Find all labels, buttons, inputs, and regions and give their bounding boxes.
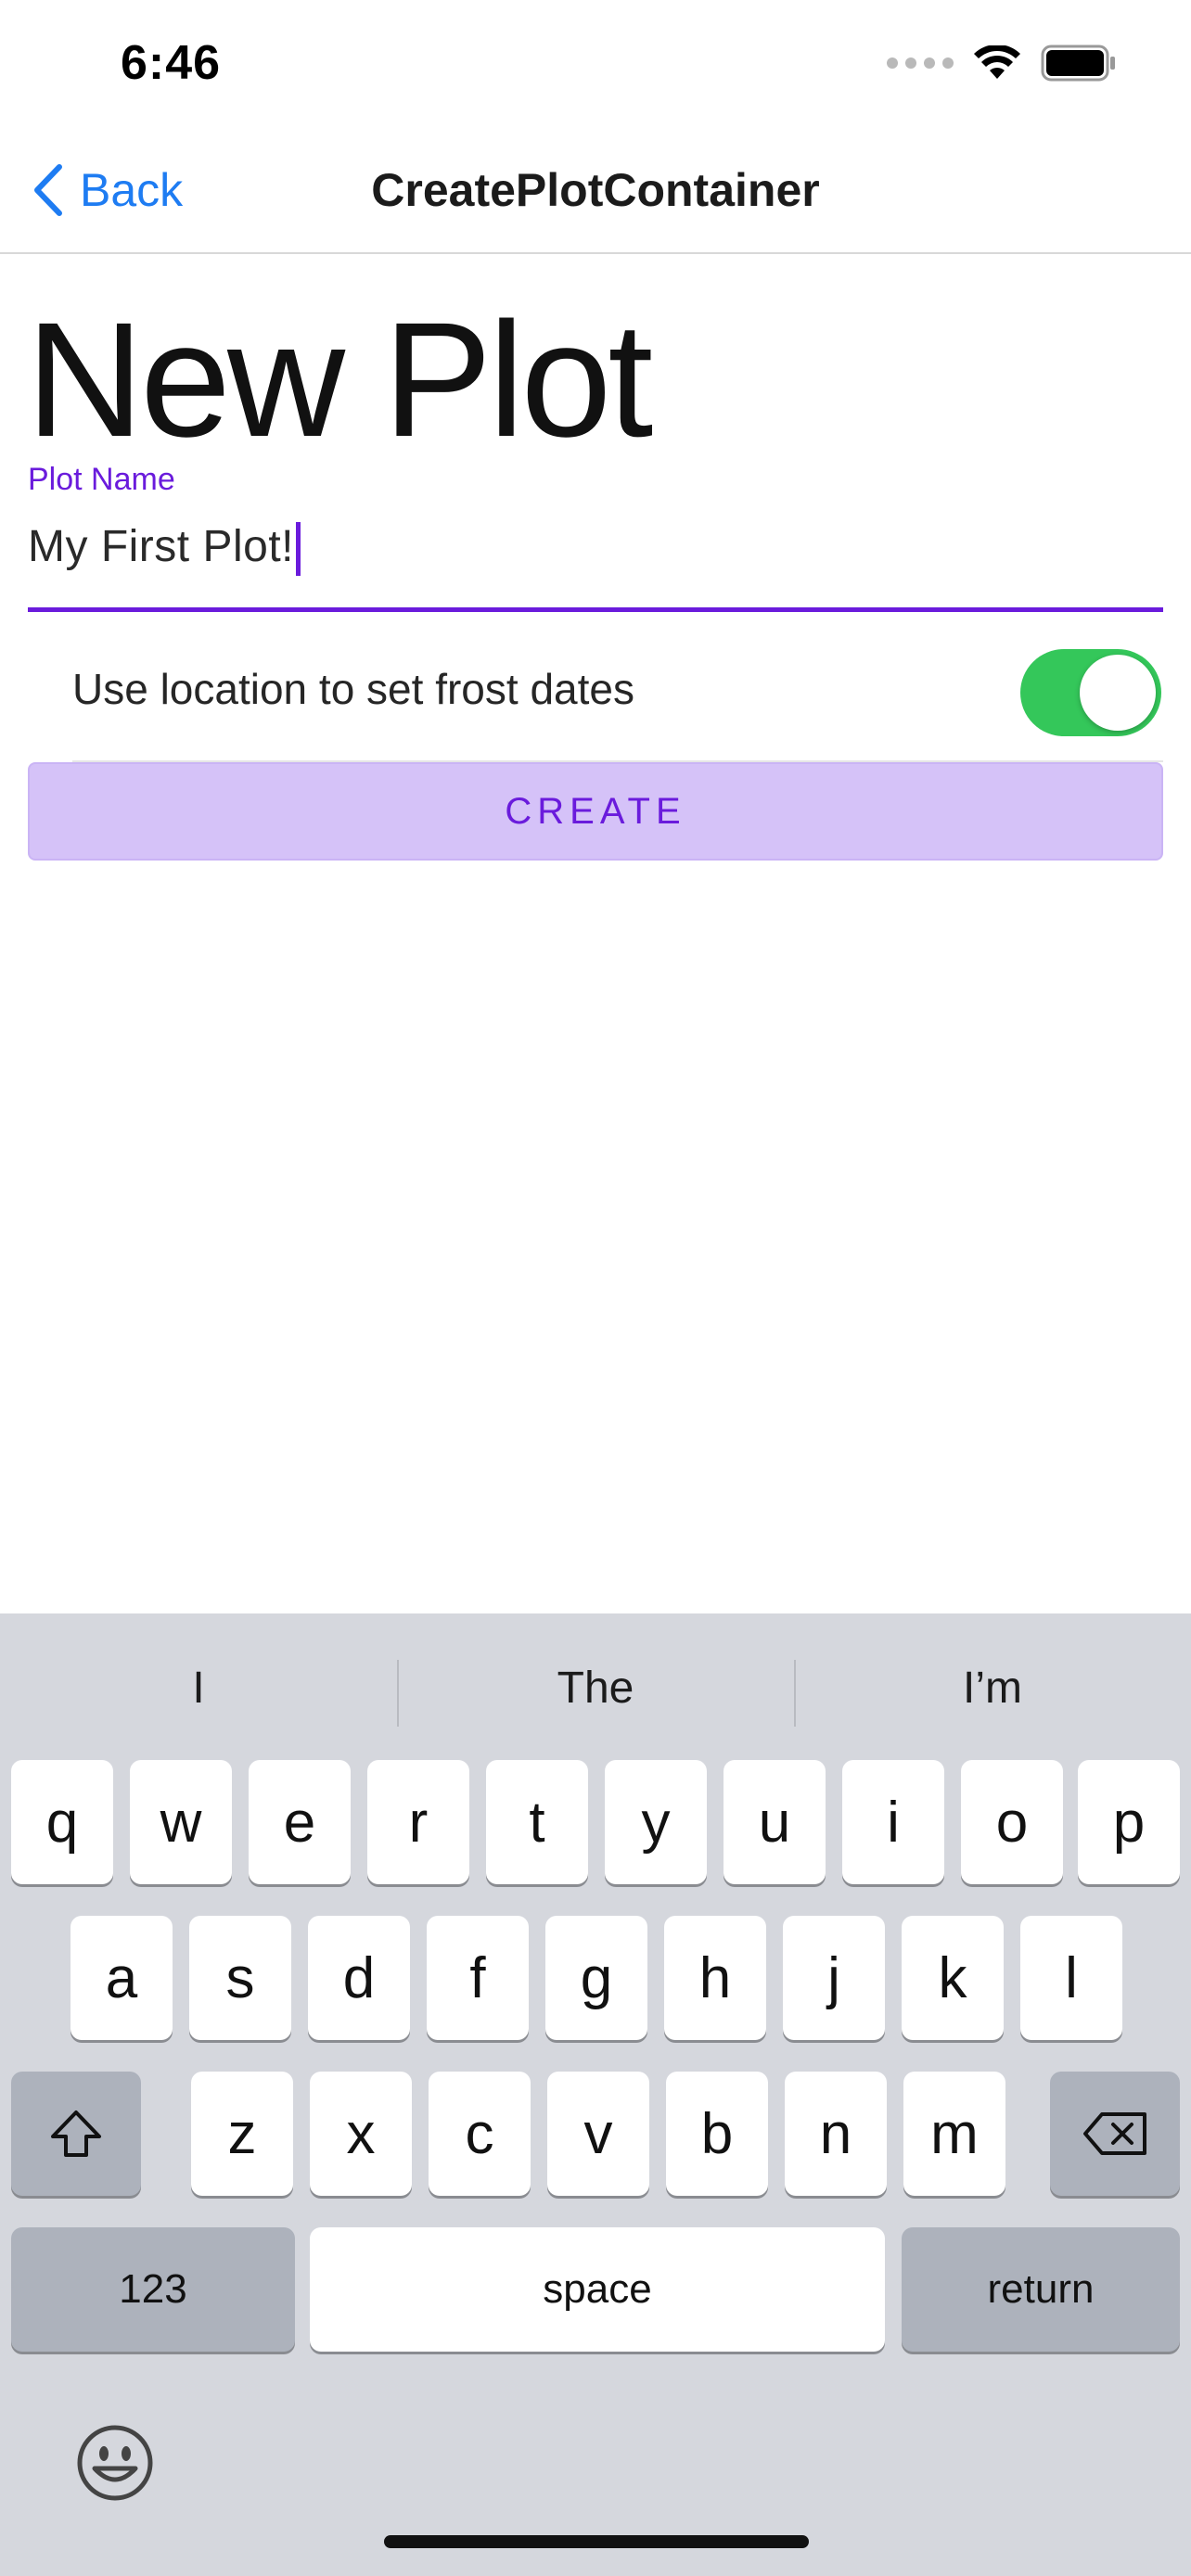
home-indicator [384,2535,809,2548]
shift-key[interactable] [11,2072,141,2196]
backspace-key[interactable] [1050,2072,1180,2196]
key-d[interactable]: d [308,1916,410,2040]
backspace-icon [1083,2112,1146,2155]
key-o[interactable]: o [961,1760,1063,1884]
key-p[interactable]: p [1078,1760,1180,1884]
key-w[interactable]: w [130,1760,232,1884]
key-f[interactable]: f [427,1916,529,2040]
emoji-icon [77,2425,153,2501]
plot-name-label: Plot Name [28,462,175,497]
status-bar: 6:46 [0,0,1191,130]
key-t[interactable]: t [486,1760,588,1884]
key-c[interactable]: c [429,2072,531,2196]
key-e[interactable]: e [249,1760,351,1884]
key-g[interactable]: g [545,1916,647,2040]
status-icons [887,45,1117,82]
suggestion-2[interactable]: The [397,1641,794,1734]
shift-icon [51,2111,101,2157]
key-u[interactable]: u [724,1760,826,1884]
location-toggle-label: Use location to set frost dates [72,665,634,713]
key-s[interactable]: s [189,1916,291,2040]
space-key[interactable]: space [310,2227,885,2352]
create-button[interactable]: CREATE [28,762,1163,861]
create-plot-screen: 6:46 Back CreatePlotContainer New Plot P… [0,0,1191,2576]
location-toggle-row: Use location to set frost dates [72,645,1163,762]
location-toggle[interactable] [1020,649,1161,736]
plot-name-input[interactable]: My First Plot! [28,508,1163,612]
key-q[interactable]: q [11,1760,113,1884]
signal-dots-icon [887,57,954,69]
toggle-knob [1080,655,1156,731]
key-b[interactable]: b [666,2072,768,2196]
plot-name-value-wrapper: My First Plot! [28,521,301,577]
key-a[interactable]: a [70,1916,173,2040]
status-time: 6:46 [121,36,222,90]
key-z[interactable]: z [191,2072,293,2196]
page-title: New Plot [26,289,653,471]
return-key[interactable]: return [902,2227,1180,2352]
key-m[interactable]: m [903,2072,1005,2196]
numbers-key[interactable]: 123 [11,2227,295,2352]
key-y[interactable]: y [605,1760,707,1884]
battery-icon [1041,45,1115,82]
wifi-icon [974,45,1020,79]
key-l[interactable]: l [1020,1916,1122,2040]
suggestion-bar: I The I’m [0,1641,1191,1734]
key-i[interactable]: i [842,1760,944,1884]
suggestion-3[interactable]: I’m [794,1641,1191,1734]
nav-title: CreatePlotContainer [371,164,820,216]
emoji-button[interactable] [74,2422,156,2504]
key-x[interactable]: x [310,2072,412,2196]
key-h[interactable]: h [664,1916,766,2040]
navigation-bar: Back CreatePlotContainer [0,130,1191,254]
key-n[interactable]: n [785,2072,887,2196]
suggestion-1[interactable]: I [0,1641,397,1734]
key-r[interactable]: r [367,1760,469,1884]
key-k[interactable]: k [902,1916,1004,2040]
key-j[interactable]: j [783,1916,885,2040]
text-caret [296,522,301,577]
plot-name-value: My First Plot! [28,522,295,571]
key-v[interactable]: v [547,2072,649,2196]
keyboard: I The I’m q w e r t y u i o p a s d f g … [0,1613,1191,2576]
